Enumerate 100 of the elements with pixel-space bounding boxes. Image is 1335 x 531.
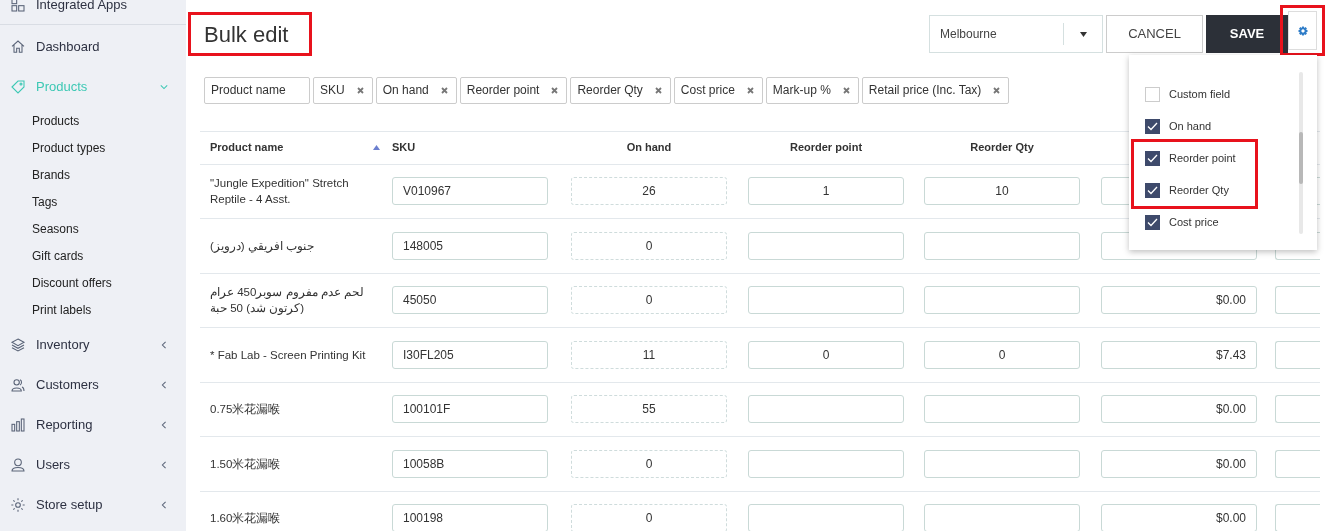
product-name: "Jungle Expedition" Stretch Reptile - 4 Asst. [209,176,350,208]
scrollbar[interactable] [1299,72,1303,234]
column-header[interactable]: Reorder point [789,139,863,156]
checkbox[interactable] [1145,118,1160,134]
sidebar-subitem[interactable]: Discount offers [0,269,186,296]
sidebar-item[interactable]: Customers [0,365,186,405]
reorder-point-field[interactable] [748,395,904,424]
sidebar-item[interactable]: Reporting [0,405,186,445]
product-name: 1.50米花漏喉 [209,456,282,472]
input-field[interactable] [1275,504,1320,531]
menu-option[interactable]: On hand [1131,110,1299,142]
grid-icon [10,0,26,13]
column-chip[interactable]: On hand [375,76,457,104]
sidebar-subitem[interactable]: Tags [0,188,186,215]
user-icon [10,457,26,473]
column-chip[interactable]: Retail price (Inc. Tax) [861,76,1010,104]
checkbox[interactable] [1145,214,1160,230]
reorder-qty-field[interactable] [924,449,1080,478]
input-field[interactable] [1275,286,1320,315]
column-chip[interactable]: SKU [313,76,373,104]
reorder-point-field[interactable] [748,449,904,478]
sidebar-subitem[interactable]: Products [0,107,186,134]
close-icon[interactable] [551,86,559,94]
sku-field[interactable]: 148005 [392,231,548,260]
column-header[interactable]: SKU [392,141,416,154]
close-icon[interactable] [842,86,850,94]
column-header[interactable]: Product name [210,139,373,156]
reorder-qty-field[interactable] [924,231,1080,260]
column-chip[interactable]: Reorder point [459,76,568,104]
column-chip[interactable]: Cost price [673,76,763,104]
checkbox[interactable] [1145,150,1160,166]
outlet-select[interactable]: Melbourne [929,15,1103,53]
column-header[interactable]: Reorder Qty [970,139,1034,156]
sku-field[interactable]: 100198 [392,504,548,531]
sidebar-item[interactable]: Integrated Apps [0,0,186,25]
menu-option[interactable]: Cost price [1131,206,1299,238]
cost-price-field[interactable]: $7.43 [1101,340,1257,369]
reorder-qty-field[interactable]: 10 [924,177,1080,206]
on-hand-value: 26 [571,177,727,206]
reorder-qty-field[interactable] [924,504,1080,531]
settings-button[interactable] [1288,11,1317,50]
tag-icon [10,79,26,95]
checkbox[interactable] [1145,182,1160,198]
close-icon[interactable] [356,86,364,94]
menu-option[interactable]: Reorder point [1131,142,1255,174]
sidebar-subitem[interactable]: Brands [0,161,186,188]
close-icon[interactable] [654,86,662,94]
menu-option[interactable]: Reorder Qty [1131,174,1255,206]
people-icon [10,377,26,393]
reorder-point-field[interactable] [748,504,904,531]
sidebar-item[interactable]: Store setup [0,485,186,525]
save-button[interactable]: SAVE [1206,15,1288,53]
close-icon[interactable] [746,86,754,94]
reorder-point-field[interactable]: 1 [748,177,904,206]
cancel-button[interactable]: CANCEL [1106,15,1203,53]
sort-up-icon[interactable] [373,145,380,151]
sidebar-subitem[interactable]: Product types [0,134,186,161]
cost-price-field[interactable]: $0.00 [1101,449,1257,478]
input-field[interactable] [1275,340,1320,369]
sidebar-item[interactable]: Users [0,445,186,485]
on-hand-value: 0 [571,231,727,260]
product-name: 1.60米花漏喉 [209,511,282,527]
column-chip[interactable]: Product name [204,76,310,104]
sku-field[interactable]: I30FL205 [392,340,548,369]
reorder-point-field[interactable] [748,231,904,260]
column-chip[interactable]: Reorder Qty [570,76,671,104]
checkbox[interactable] [1145,86,1160,102]
input-field[interactable] [1275,449,1320,478]
input-field[interactable] [1275,395,1320,424]
product-name: لحم عدم مفروم سوبر450 عرام (كرتون شد) 50 حبة [209,285,365,317]
column-chip[interactable]: Mark-up % [765,76,859,104]
cost-price-field[interactable]: $0.00 [1101,395,1257,424]
sidebar-subitem[interactable]: Seasons [0,215,186,242]
reorder-point-field[interactable]: 0 [748,340,904,369]
sidebar-subitem[interactable]: Gift cards [0,242,186,269]
column-header[interactable]: On hand [626,139,672,156]
reorder-qty-field[interactable] [924,286,1080,315]
reorder-qty-field[interactable]: 0 [924,340,1080,369]
on-hand-value: 0 [571,449,727,478]
sidebar-item[interactable]: Dashboard [0,27,186,67]
caret-down-icon [1079,31,1087,37]
on-hand-value: 11 [571,340,727,369]
menu-option[interactable]: Custom field [1131,78,1299,110]
sku-field[interactable]: 45050 [392,286,548,315]
reorder-point-field[interactable] [748,286,904,315]
sidebar-subitem[interactable]: Print labels [0,296,186,323]
sku-field[interactable]: 100101F [392,395,548,424]
settings-icon [1297,25,1308,36]
cost-price-field[interactable]: $0.00 [1101,504,1257,531]
product-name: 0.75米花漏喉 [209,402,282,418]
sku-field[interactable]: V010967 [392,177,548,206]
bar-chart-icon [10,417,26,433]
settings-icon [10,497,26,513]
close-icon[interactable] [993,86,1001,94]
layers-icon [10,337,26,353]
reorder-qty-field[interactable] [924,395,1080,424]
sidebar-item[interactable]: Inventory [0,325,186,365]
cost-price-field[interactable]: $0.00 [1101,286,1257,315]
sku-field[interactable]: 10058B [392,449,548,478]
close-icon[interactable] [440,86,448,94]
